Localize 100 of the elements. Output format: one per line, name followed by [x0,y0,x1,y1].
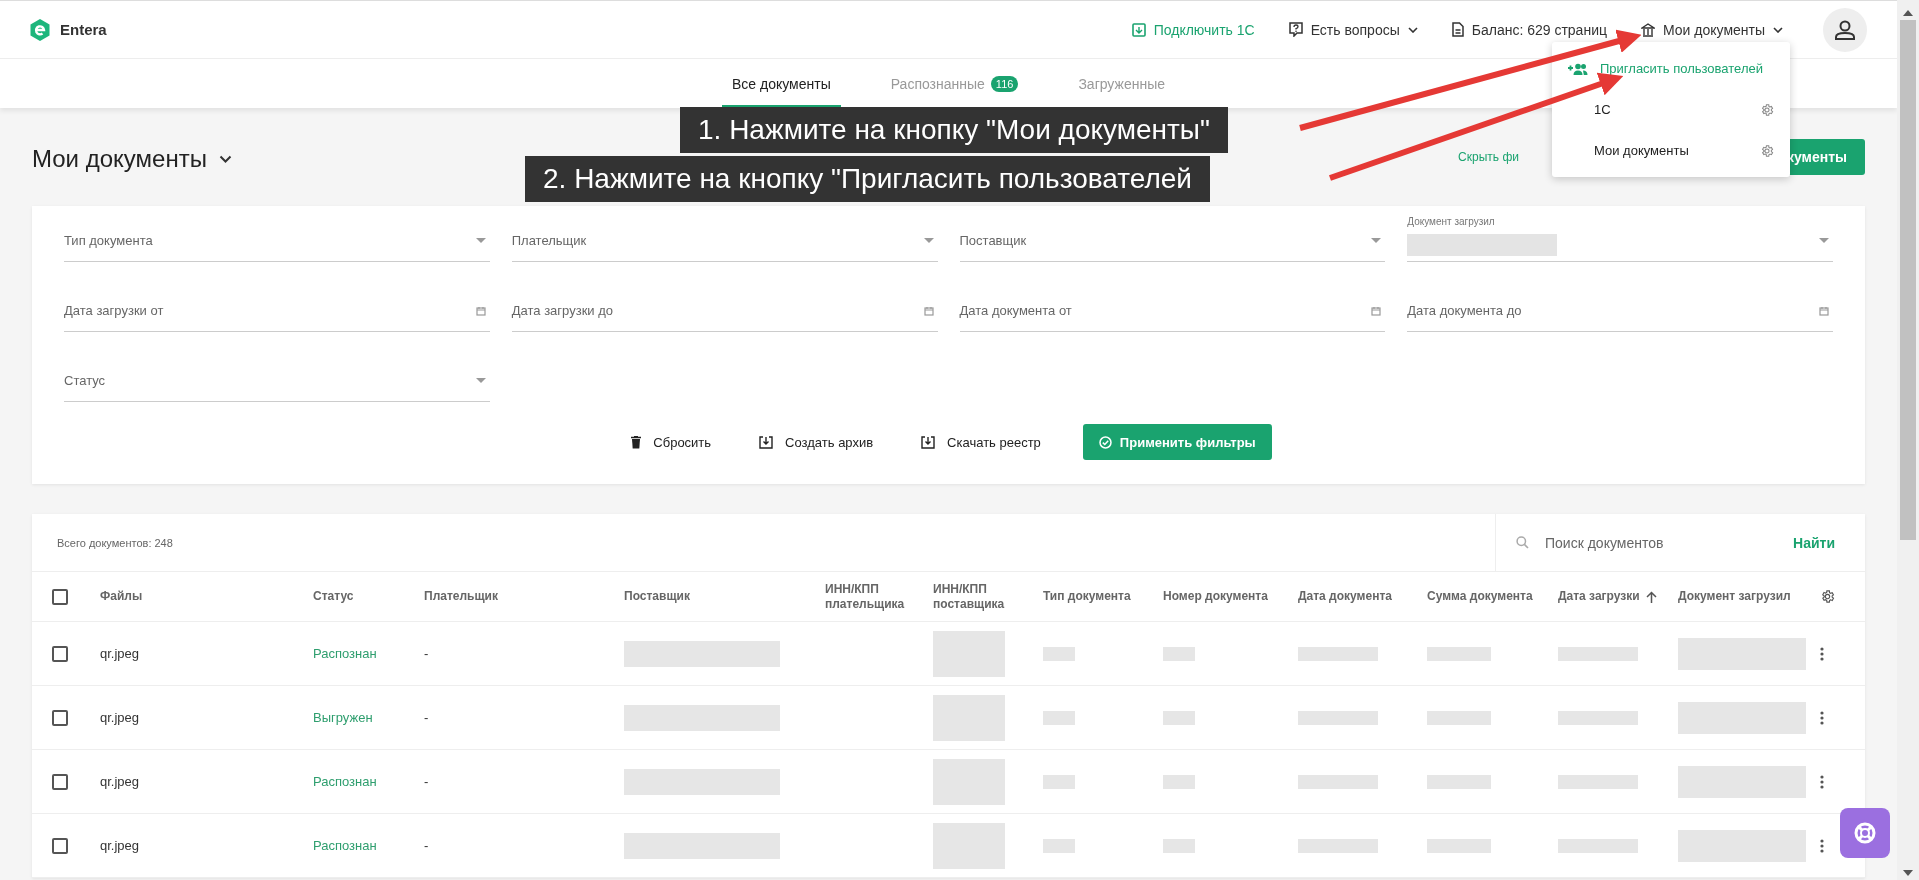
more-vertical-icon[interactable] [1820,774,1824,789]
redacted-placeholder [1043,838,1075,853]
create-archive-button[interactable]: Создать архив [753,424,880,460]
redacted-placeholder [1163,710,1195,725]
account-dropdown[interactable]: Мои документы [1641,21,1783,38]
payer-cell: - [424,646,429,661]
row-checkbox[interactable] [52,837,68,854]
caret-down-icon [923,238,934,243]
apply-filters-button[interactable]: Применить фильтры [1082,424,1272,460]
scroll-down-icon[interactable] [1903,870,1913,876]
scroll-up-icon[interactable] [1903,10,1913,16]
redacted-placeholder [1427,646,1491,661]
question-icon [1288,22,1303,37]
instruction-callout: 1. Нажмите на кнопку "Мои документы" [680,107,1228,153]
help-button[interactable] [1840,808,1890,858]
row-checkbox[interactable] [52,773,68,790]
find-button[interactable]: Найти [1787,533,1841,552]
row-checkbox[interactable] [52,645,68,662]
logo-text: Entera [60,21,107,38]
calendar-icon [1819,305,1829,316]
column-header[interactable]: Статус [313,589,354,604]
payer-cell: - [424,774,429,789]
column-header[interactable]: ИНН/КПП плательщика [825,582,933,611]
scrollbar[interactable] [1897,0,1919,880]
column-header[interactable]: Сумма документа [1427,589,1533,604]
download-tray-icon [759,435,774,449]
file-name: qr.jpeg [100,838,140,853]
filter-field[interactable]: Плательщик [511,216,938,262]
trash-icon [631,435,642,449]
calendar-icon [1371,305,1382,316]
settings-icon[interactable] [1820,589,1835,604]
redacted-placeholder [1427,838,1491,853]
add-users-icon [1568,62,1588,75]
page-title-dropdown[interactable]: Мои документы [32,145,232,173]
count-badge: 116 [990,75,1019,92]
status-text: Распознан [313,838,377,853]
person-icon [1834,18,1856,41]
filter-field[interactable]: Дата загрузки до [511,286,938,332]
column-header[interactable]: Дата загрузки [1558,589,1640,604]
caret-down-icon [475,378,486,383]
status-text: Распознан [313,774,377,789]
filter-field[interactable]: Дата загрузки от [64,286,490,332]
filter-field[interactable]: Поставщик [959,216,1386,262]
caret-down-icon [1371,238,1382,243]
column-header[interactable]: Дата документа [1298,589,1392,604]
calendar-icon [475,305,486,316]
column-header[interactable]: Документ загрузил [1678,589,1791,604]
row-checkbox[interactable] [52,709,68,726]
redacted-placeholder [933,758,1005,805]
more-vertical-icon[interactable] [1820,838,1824,853]
file-name: qr.jpeg [100,710,140,725]
hide-filters-link[interactable]: Скрыть фи [1458,150,1519,164]
more-vertical-icon[interactable] [1820,646,1824,661]
column-header[interactable]: Тип документа [1043,589,1131,604]
status-text: Распознан [313,646,377,661]
redacted-placeholder [1043,710,1075,725]
select-all-checkbox[interactable] [52,588,68,605]
balance-link[interactable]: Баланс: 629 страниц [1451,21,1607,38]
redacted-placeholder [1043,774,1075,789]
column-header[interactable]: Поставщик [624,589,690,604]
filter-field[interactable]: Статус [64,356,490,402]
payer-cell: - [424,710,429,725]
menu-item[interactable]: 1С [1552,89,1790,130]
filter-field[interactable]: Дата документа от [959,286,1386,332]
download-registry-button[interactable]: Скачать реестр [915,424,1047,460]
redacted-placeholder [1427,710,1491,725]
menu-item[interactable]: Пригласить пользователей [1552,48,1790,89]
column-header[interactable]: Файлы [100,589,143,604]
instruction-callout: 2. Нажмите на кнопку "Пригласить пользователей [525,156,1210,202]
caret-down-icon [475,238,486,243]
sort-arrow-up-icon[interactable] [1645,590,1657,603]
bank-icon [1641,22,1655,37]
filter-field[interactable]: Дата документа до [1407,286,1833,332]
filter-field[interactable]: Тип документа [64,216,490,262]
avatar-button[interactable] [1823,7,1867,52]
column-header[interactable]: ИНН/КПП поставщика [933,582,1043,611]
chevron-down-icon [1773,26,1783,33]
reset-button[interactable]: Сбросить [625,424,718,460]
settings-icon[interactable] [1760,102,1774,117]
lifebuoy-icon [1853,821,1877,845]
redacted-placeholder [1163,838,1195,853]
documents-count: Всего документов: 248 [56,536,173,549]
tab[interactable]: Распознанные 116 [880,59,1029,108]
file-name: qr.jpeg [100,774,140,789]
column-header[interactable]: Номер документа [1163,589,1268,604]
help-dropdown[interactable]: Есть вопросы [1288,21,1418,38]
check-circle-icon [1098,435,1112,449]
more-vertical-icon[interactable] [1820,710,1824,725]
settings-icon[interactable] [1760,143,1774,158]
connect-link[interactable]: Подключить 1С [1131,21,1255,38]
status-text: Выгружен [313,710,373,725]
redacted-placeholder [1427,774,1491,789]
filter-field[interactable]: Документ загрузил [1407,216,1833,262]
chevron-down-icon [1407,26,1418,33]
download-box-icon [1131,22,1146,37]
download-tray-icon [921,435,936,449]
redacted-placeholder [1043,646,1075,661]
column-header[interactable]: Плательщик [424,589,498,604]
redacted-placeholder [933,822,1005,869]
logo-icon [30,18,50,41]
